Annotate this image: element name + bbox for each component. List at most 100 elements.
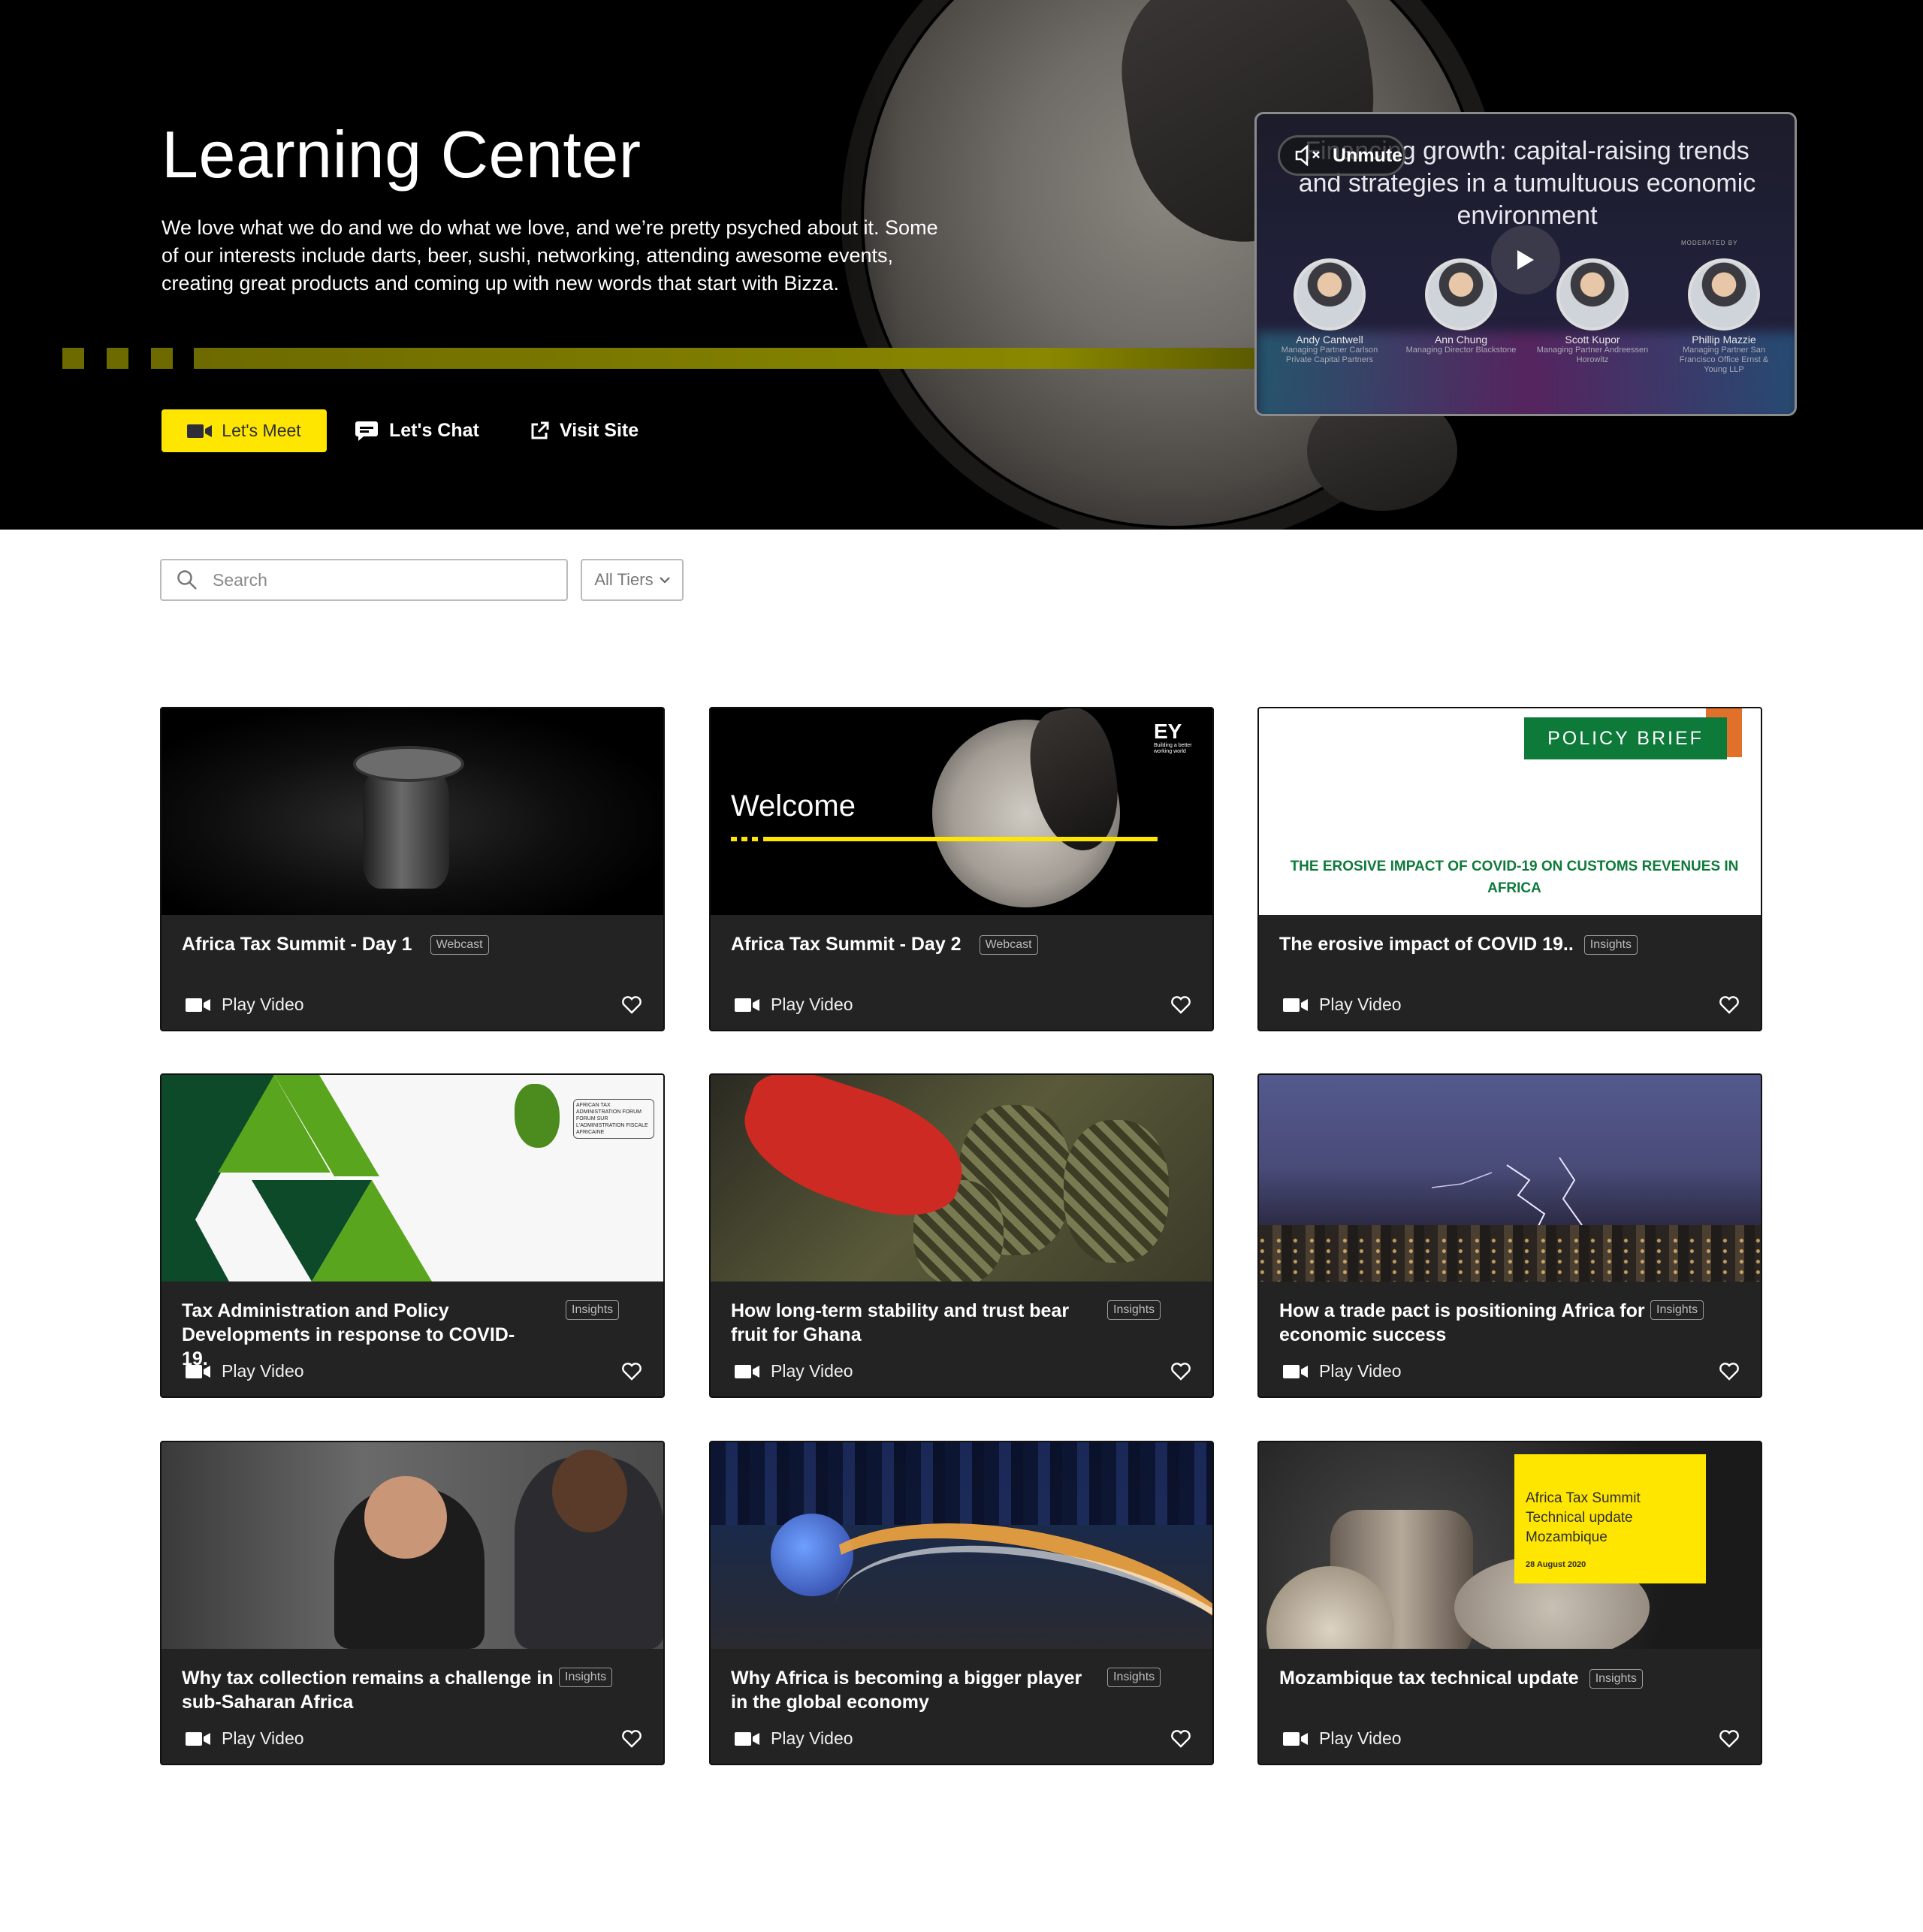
card-title-text: How a trade pact is positioning Africa f… xyxy=(1279,1300,1645,1345)
card-title-text: Why tax collection remains a challenge i… xyxy=(182,1668,554,1713)
card-title-text: Why Africa is becoming a bigger player i… xyxy=(731,1668,1082,1713)
speaker-role: Managing Partner Carlson Private Capital… xyxy=(1281,346,1378,364)
category-badge: Insights xyxy=(559,1668,613,1687)
video-camera-icon xyxy=(735,1731,759,1746)
person-face-image xyxy=(364,1476,447,1559)
video-camera-icon xyxy=(1283,1731,1308,1746)
play-icon xyxy=(1517,250,1534,270)
card-title[interactable]: Why Africa is becoming a bigger player i… xyxy=(731,1666,1091,1714)
lets-meet-button[interactable]: Let's Meet xyxy=(162,409,327,452)
content-card[interactable]: Welcome EY Building a better working wor… xyxy=(709,707,1214,1031)
play-video-label: Play Video xyxy=(771,1361,853,1381)
card-title[interactable]: Tax Administration and Policy Developmen… xyxy=(182,1299,535,1371)
accent-dash xyxy=(107,348,128,369)
lets-chat-label: Let's Chat xyxy=(389,420,479,441)
card-thumbnail[interactable]: AFRICAN TAX ADMINISTRATION FORUM FORUM S… xyxy=(162,1075,663,1281)
content-card[interactable]: POLICY BRIEF THE EROSIVE IMPACT OF COVID… xyxy=(1257,707,1762,1031)
category-badge: Insights xyxy=(1650,1300,1704,1320)
accent-dash xyxy=(62,348,84,369)
heart-icon[interactable] xyxy=(1719,1362,1740,1381)
content-card[interactable]: How a trade pact is positioning Africa f… xyxy=(1257,1073,1762,1398)
video-camera-icon xyxy=(735,998,759,1012)
content-card[interactable]: Africa Tax Summit - Day 1 Webcast Play Vi… xyxy=(160,707,665,1031)
video-camera-icon xyxy=(186,1364,210,1378)
content-card[interactable]: AFRICAN TAX ADMINISTRATION FORUM FORUM S… xyxy=(160,1073,665,1398)
video-camera-icon xyxy=(187,424,213,438)
card-thumbnail[interactable] xyxy=(1259,1075,1761,1281)
play-video-button[interactable]: Play Video xyxy=(186,1361,304,1381)
speaker-avatar xyxy=(1556,258,1629,331)
heart-icon[interactable] xyxy=(621,995,642,1015)
card-title-text: Africa Tax Summit - Day 1 xyxy=(182,934,412,955)
moderated-by-label: MODERATED BY xyxy=(1681,240,1738,246)
welcome-text: Welcome xyxy=(731,789,856,823)
play-video-button[interactable]: Play Video xyxy=(1283,995,1402,1015)
card-title[interactable]: How long-term stability and trust bear f… xyxy=(731,1299,1091,1347)
card-thumbnail[interactable]: POLICY BRIEF THE EROSIVE IMPACT OF COVID… xyxy=(1259,708,1761,915)
card-thumbnail[interactable] xyxy=(162,708,663,915)
heart-icon[interactable] xyxy=(1170,1729,1191,1749)
card-thumbnail[interactable] xyxy=(711,1075,1212,1281)
speaker-avatar xyxy=(1294,258,1366,331)
content-card[interactable]: Why tax collection remains a challenge i… xyxy=(160,1441,665,1765)
person-face-image xyxy=(552,1450,627,1532)
muted-speaker-icon xyxy=(1295,145,1320,166)
card-title[interactable]: The erosive impact of COVID 19.. Insights xyxy=(1279,932,1638,956)
play-video-label: Play Video xyxy=(1319,1728,1402,1748)
hero-banner: Learning Center We love what we do and w… xyxy=(0,0,1923,530)
speaker-role: Managing Director Blackstone xyxy=(1405,346,1517,355)
content-card[interactable]: How long-term stability and trust bear f… xyxy=(709,1073,1214,1398)
heart-icon[interactable] xyxy=(1719,995,1740,1015)
speaker-card: Phillip Mazzie Managing Partner San Fran… xyxy=(1668,258,1780,375)
play-video-button[interactable]: Play Video xyxy=(1283,1728,1402,1749)
content-card[interactable]: Africa Tax Summit Technical update Mozam… xyxy=(1257,1441,1762,1765)
accent-dash xyxy=(752,837,758,841)
play-video-label: Play Video xyxy=(222,1728,304,1748)
play-video-button[interactable]: Play Video xyxy=(186,1728,304,1749)
speaker-name: Andy Cantwell xyxy=(1296,334,1363,346)
play-video-button[interactable]: Play Video xyxy=(735,1728,853,1749)
search-box[interactable] xyxy=(160,559,568,601)
heart-icon[interactable] xyxy=(621,1362,642,1381)
heart-icon[interactable] xyxy=(621,1729,642,1749)
heart-icon[interactable] xyxy=(1719,1729,1740,1749)
speaker-card: Ann Chung Managing Director Blackstone xyxy=(1405,258,1517,355)
card-thumbnail[interactable]: Welcome EY Building a better working wor… xyxy=(711,708,1212,915)
thumbnail-date: 28 August 2020 xyxy=(1526,1560,1586,1569)
content-card[interactable]: Why Africa is becoming a bigger player i… xyxy=(709,1441,1214,1765)
external-link-icon xyxy=(531,421,549,439)
visit-site-button[interactable]: Visit Site xyxy=(530,409,638,452)
card-title[interactable]: Why tax collection remains a challenge i… xyxy=(182,1666,557,1714)
city-buildings-image xyxy=(711,1442,1212,1525)
play-video-button[interactable]: Play Video xyxy=(1283,1361,1402,1381)
heart-icon[interactable] xyxy=(1170,1362,1191,1381)
card-title[interactable]: How a trade pact is positioning Africa f… xyxy=(1279,1299,1647,1347)
speaker-avatar xyxy=(1425,258,1497,331)
search-icon xyxy=(177,570,197,590)
lets-meet-label: Let's Meet xyxy=(222,421,301,440)
accent-bar xyxy=(194,348,1260,369)
speaker-role: Managing Partner San Francisco Office Er… xyxy=(1679,346,1769,374)
ey-tagline: Building a better working world xyxy=(1154,743,1192,754)
lets-chat-button[interactable]: Let's Chat xyxy=(355,409,479,452)
card-thumbnail[interactable]: Africa Tax Summit Technical update Mozam… xyxy=(1259,1442,1761,1649)
play-video-label: Play Video xyxy=(1319,1361,1402,1381)
heart-icon[interactable] xyxy=(1170,995,1191,1015)
djembe-head-image xyxy=(353,746,464,782)
featured-video-preview[interactable]: Financing growth: capital-raising trends… xyxy=(1254,112,1797,416)
pineapple-image xyxy=(1064,1120,1169,1263)
tier-select[interactable]: All Tiers xyxy=(581,559,684,601)
card-title-text: The erosive impact of COVID 19.. xyxy=(1279,934,1574,955)
unmute-button[interactable]: Unmute xyxy=(1278,135,1405,176)
card-thumbnail[interactable] xyxy=(162,1442,663,1649)
play-video-button[interactable]: Play Video xyxy=(735,995,853,1015)
card-title[interactable]: Mozambique tax technical update Insights xyxy=(1279,1666,1643,1690)
search-input[interactable] xyxy=(211,569,530,591)
card-title[interactable]: Africa Tax Summit - Day 2 Webcast xyxy=(731,932,1038,956)
play-video-button[interactable]: Play Video xyxy=(186,995,304,1015)
category-badge: Insights xyxy=(1589,1669,1643,1689)
card-title[interactable]: Africa Tax Summit - Day 1 Webcast xyxy=(182,932,489,956)
play-video-button[interactable]: Play Video xyxy=(735,1361,853,1381)
card-thumbnail[interactable] xyxy=(711,1442,1212,1649)
ataf-logo-text: AFRICAN TAX ADMINISTRATION FORUM FORUM S… xyxy=(573,1099,654,1139)
